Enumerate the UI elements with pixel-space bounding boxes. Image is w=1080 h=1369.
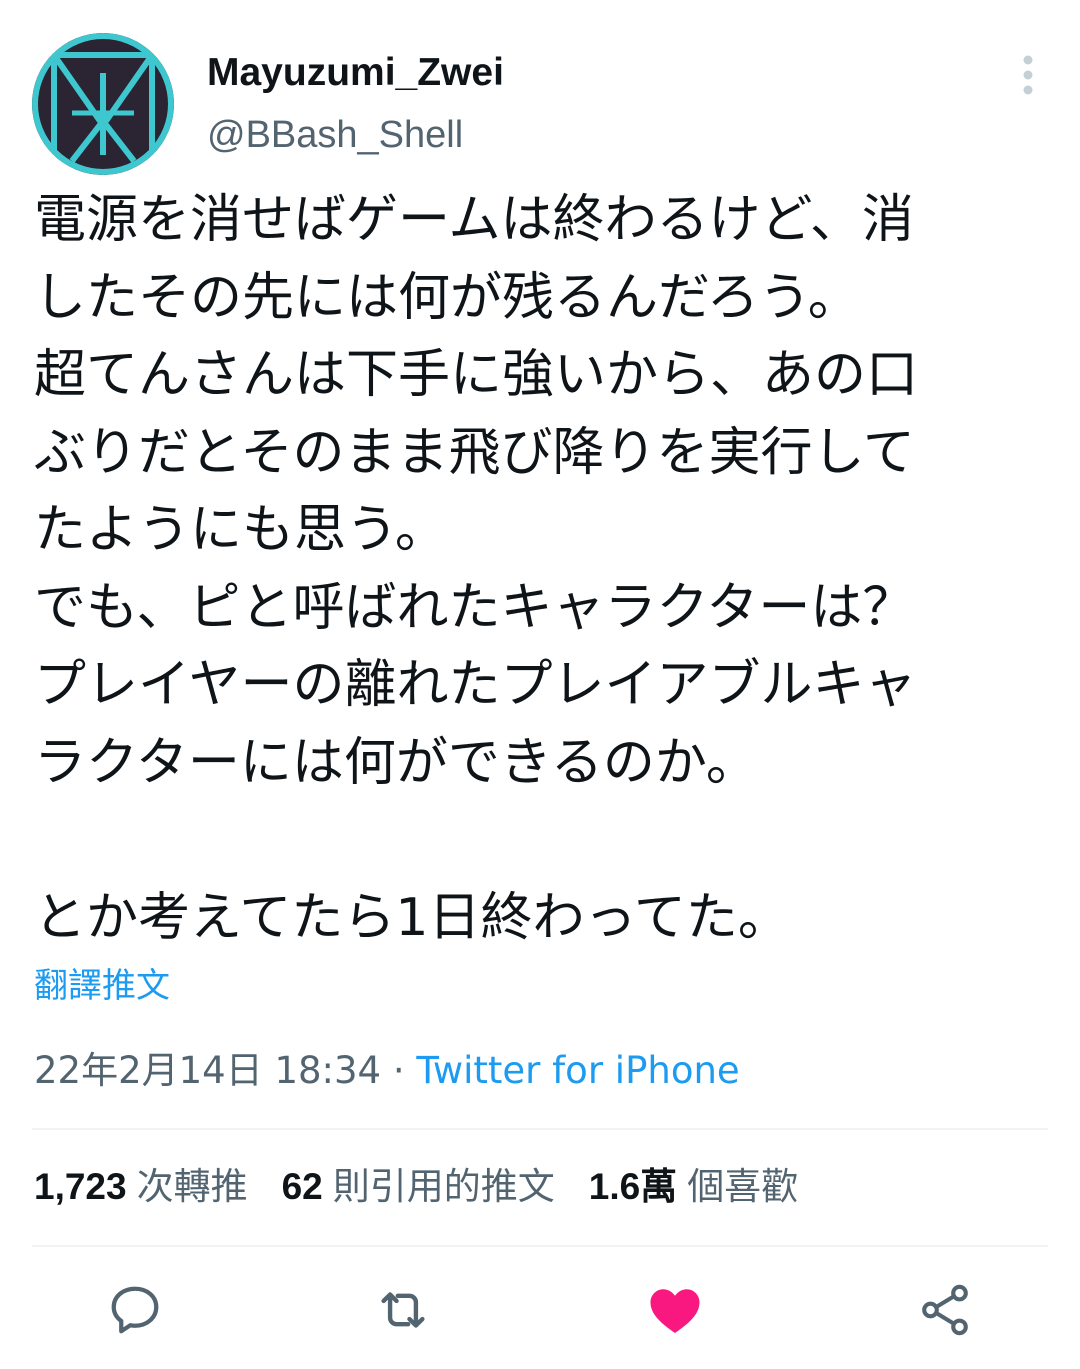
quotes-count: 62 [281,1166,323,1207]
avatar-image [32,33,174,175]
divider [32,1245,1048,1247]
retweets-label: 次轉推 [136,1165,248,1208]
tweet-metadata: 22年2月14日 18:34 · Twitter for iPhone [34,1045,740,1097]
likes-count: 1.6萬 [588,1166,678,1207]
tweet-line: ぶりだとそのまま飛び降りを実行して [34,422,915,483]
heart-icon [650,1289,700,1333]
quotes-label: 則引用的推文 [332,1165,555,1208]
divider [32,1128,1048,1130]
tweet-line: 電源を消せばゲームは終わるけど、消 [34,190,914,250]
retweet-button[interactable] [368,1275,438,1345]
retweets-stat[interactable]: 1,723 次轉推 [34,1160,248,1214]
meta-separator: · [392,1049,405,1092]
more-options-icon[interactable] [1006,50,1050,100]
tweet-line: 超てんさんは下手に強いから、あの口 [34,345,919,405]
share-button[interactable] [910,1275,980,1345]
retweet-icon [381,1292,425,1328]
likes-stat[interactable]: 1.6萬 個喜歡 [589,1160,798,1214]
reply-button[interactable] [100,1275,170,1345]
share-icon [922,1284,968,1336]
likes-label: 個喜歡 [687,1165,799,1208]
tweet-text: 電源を消せばゲームは終わるけど、消 したその先には何が残るんだろう。 超てんさん… [34,182,1044,957]
tweet-source-link[interactable]: Twitter for iPhone [416,1049,739,1092]
like-button[interactable] [640,1275,710,1345]
retweets-count: 1,723 [34,1166,127,1207]
tweet-line: ラクターには何ができるのか。 [34,732,758,793]
reply-icon [111,1286,159,1334]
tweet-line: でも、ピと呼ばれたキャラクターは？ [34,577,915,638]
tweet-line: とか考えてたら1日終わってた。 [34,887,790,948]
user-handle[interactable]: @BBash_Shell [207,110,463,160]
avatar[interactable] [32,33,174,175]
tweet-line: たようにも思う。 [34,500,447,560]
display-name[interactable]: Mayuzumi_Zwei [207,48,504,98]
tweet-line: プレイヤーの離れたプレイアブルキャ [34,655,917,715]
tweet-timestamp[interactable]: 22年2月14日 18:34 [34,1049,381,1092]
tweet-line: したその先には何が残るんだろう。 [34,267,860,328]
translate-tweet-link[interactable]: 翻譯推文 [34,962,170,1010]
quotes-stat[interactable]: 62 則引用的推文 [282,1160,555,1214]
engagement-stats: 1,723 次轉推 62 則引用的推文 1.6萬 個喜歡 [34,1160,798,1214]
